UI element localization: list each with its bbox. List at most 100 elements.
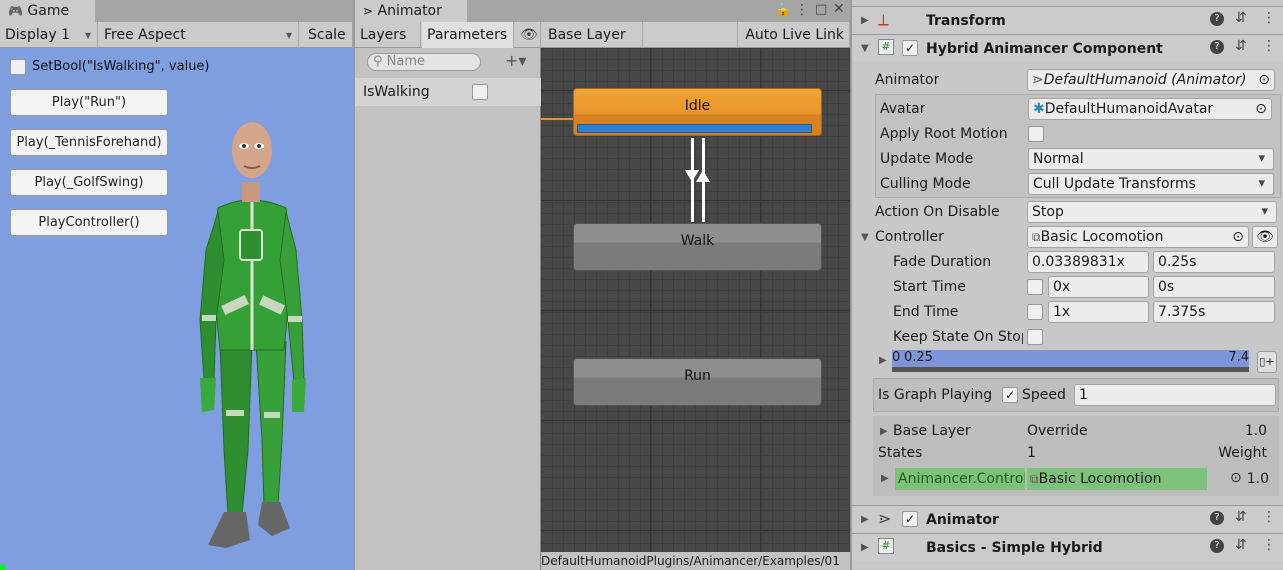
help-icon[interactable]: ? — [1210, 12, 1224, 26]
object-picker-icon[interactable]: ⊙ — [1230, 470, 1242, 486]
controller-foldout-icon[interactable]: ▼ — [861, 232, 873, 244]
animator-tab[interactable]: ⋗ Animator — [355, 0, 467, 22]
component-enabled-checkbox[interactable]: ✓ — [902, 40, 918, 56]
context-menu-icon[interactable]: ⋮ — [1262, 537, 1276, 553]
context-menu-icon[interactable]: ⋮ — [1262, 509, 1276, 525]
fade-duration-s-field[interactable]: 0.25s — [1153, 251, 1275, 273]
help-icon[interactable]: ? — [1210, 539, 1224, 553]
context-menu-icon[interactable]: ⋮ — [1262, 10, 1276, 26]
action-on-disable-dropdown[interactable]: Stop — [1027, 201, 1277, 223]
tab-layers[interactable]: Layers — [355, 22, 421, 48]
culling-mode-dropdown[interactable]: Cull Update Transforms — [1028, 173, 1274, 195]
object-picker-icon[interactable]: ⊙ — [1258, 70, 1270, 90]
game-tabbar: 🎮 Game — [0, 0, 353, 22]
presets-icon[interactable]: ⇵ — [1235, 38, 1247, 54]
close-icon[interactable]: ✕ — [833, 1, 845, 17]
animator-status-bar: DefaultHumanoidPlugins/Animancer/Example… — [541, 552, 850, 570]
controller-asset-icon: ⧉ — [1032, 230, 1041, 244]
play-controller-button[interactable]: PlayController() — [10, 209, 168, 236]
display-dropdown[interactable]: Display 1 — [0, 22, 98, 48]
parameter-checkbox[interactable] — [472, 84, 488, 100]
animator-tabbar: ⋗ Animator 🔒 ⋮ □ ✕ — [355, 0, 850, 22]
scale-label[interactable]: Scale — [303, 22, 353, 48]
play-golf-button[interactable]: Play(_GolfSwing) — [10, 169, 168, 196]
foldout-open-icon[interactable]: ▼ — [861, 43, 873, 55]
speed-label: Speed — [1022, 387, 1066, 403]
state-node-run[interactable]: Run — [573, 358, 822, 406]
state-controller-field[interactable]: ⧉Basic Locomotion — [1027, 468, 1207, 490]
animator-icon: ⋗ — [1032, 72, 1044, 88]
apply-root-motion-checkbox[interactable] — [1028, 126, 1044, 142]
is-graph-playing-checkbox[interactable]: ✓ — [1002, 387, 1018, 403]
auto-live-link-button[interactable]: Auto Live Link — [737, 22, 850, 48]
end-time-checkbox[interactable] — [1027, 304, 1043, 320]
basics-component-header[interactable]: ▶ # Basics - Simple Hybrid ? ⇵ ⋮ — [852, 533, 1283, 561]
avatar-object-field[interactable]: ✱DefaultHumanoidAvatar ⊙ — [1028, 98, 1272, 120]
object-picker-icon[interactable]: ⊙ — [1232, 227, 1244, 247]
menu-icon[interactable]: ⋮ — [795, 2, 809, 18]
controller-object-field[interactable]: ⧉Basic Locomotion ⊙ — [1027, 226, 1249, 248]
aspect-dropdown[interactable]: Free Aspect — [99, 22, 299, 48]
timeline-fade: 0.25 — [904, 350, 933, 365]
add-event-button[interactable]: ▯+ — [1257, 351, 1277, 373]
timeline-bar[interactable]: 0 0.25 7.4 — [892, 350, 1249, 372]
game-viewport[interactable]: SetBool("IsWalking", value) Play("Run") … — [0, 48, 353, 570]
animator-settings-box: Avatar ✱DefaultHumanoidAvatar ⊙ Apply Ro… — [875, 94, 1281, 198]
state-row[interactable]: ▶ Animancer.ControllerState ⧉Basic Locom… — [878, 468, 1276, 490]
play-run-button[interactable]: Play("Run") — [10, 89, 168, 116]
help-icon[interactable]: ? — [1210, 40, 1224, 54]
animator-component-header[interactable]: ▶ ⋗ ✓ Animator ? ⇵ ⋮ — [852, 505, 1283, 533]
tab-parameters[interactable]: Parameters — [422, 22, 514, 48]
animator-object-field[interactable]: ⋗DefaultHumanoid (Animator) ⊙ — [1027, 69, 1275, 91]
component-header[interactable]: ▼ # ✓ Hybrid Animancer Component ? ⇵ ⋮ — [852, 34, 1283, 62]
end-time-x-field[interactable]: 1x — [1048, 301, 1149, 323]
help-icon[interactable]: ? — [1210, 511, 1224, 525]
presets-icon[interactable]: ⇵ — [1235, 537, 1247, 553]
timeline-foldout-icon[interactable]: ▶ — [879, 355, 891, 367]
foldout-icon[interactable]: ▶ — [861, 15, 873, 27]
parameters-sidebar: ⚲ Name +▾ IsWalking — [355, 48, 541, 570]
foldout-icon[interactable]: ▶ — [861, 542, 873, 554]
maximize-icon[interactable]: □ — [815, 2, 827, 17]
state-foldout-icon[interactable]: ▶ — [881, 473, 893, 485]
parameter-search[interactable]: ⚲ Name — [367, 53, 481, 71]
action-on-disable-label: Action On Disable — [875, 204, 1000, 220]
speed-field[interactable]: 1 — [1074, 384, 1276, 406]
presets-icon[interactable]: ⇵ — [1235, 10, 1247, 26]
foldout-icon[interactable]: ▶ — [861, 514, 873, 526]
game-tab[interactable]: 🎮 Game — [0, 0, 95, 22]
start-time-checkbox[interactable] — [1027, 279, 1043, 295]
lock-icon[interactable]: 🔒 — [775, 3, 791, 18]
keep-state-checkbox[interactable] — [1027, 329, 1043, 345]
breadcrumb[interactable]: Base Layer — [543, 22, 643, 48]
transform-header[interactable]: ▶ ⟂ Transform ? ⇵ ⋮ — [852, 6, 1283, 34]
object-picker-icon[interactable]: ⊙ — [1255, 99, 1267, 119]
state-node-idle[interactable]: Idle — [573, 88, 822, 136]
graph-playing-box: Is Graph Playing ✓ Speed 1 — [873, 378, 1279, 412]
iswalking-toggle[interactable] — [10, 59, 26, 75]
start-time-s-field[interactable]: 0s — [1153, 276, 1275, 298]
eye-icon[interactable]: 👁 — [515, 22, 541, 48]
animator-label: Animator — [875, 72, 940, 88]
animator-tab-label: Animator — [377, 3, 442, 19]
state-node-walk[interactable]: Walk — [573, 223, 822, 271]
add-parameter-button[interactable]: +▾ — [505, 51, 526, 70]
parameter-row[interactable]: IsWalking — [355, 78, 541, 106]
base-layer-foldout-icon[interactable]: ▶ — [880, 426, 892, 438]
basics-component-title: Basics - Simple Hybrid — [926, 540, 1103, 556]
presets-icon[interactable]: ⇵ — [1235, 509, 1247, 525]
script-icon: # — [878, 538, 894, 554]
play-tennis-button[interactable]: Play(_TennisForehand) — [10, 129, 168, 156]
animator-enabled-checkbox[interactable]: ✓ — [902, 511, 918, 527]
search-placeholder: Name — [386, 54, 426, 69]
update-mode-dropdown[interactable]: Normal — [1028, 148, 1274, 170]
end-time-s-field[interactable]: 7.375s — [1153, 301, 1275, 323]
animator-graph[interactable]: Idle Walk Run — [541, 48, 850, 552]
end-time-label: End Time — [893, 304, 959, 320]
timeline-end: 7.4 — [1228, 350, 1249, 365]
context-menu-icon[interactable]: ⋮ — [1262, 38, 1276, 54]
start-time-x-field[interactable]: 0x — [1048, 276, 1149, 298]
controller-eye-button[interactable]: 👁 — [1252, 226, 1278, 248]
eye-icon: 👁 — [1256, 229, 1274, 245]
fade-duration-x-field[interactable]: 0.03389831x — [1027, 251, 1149, 273]
